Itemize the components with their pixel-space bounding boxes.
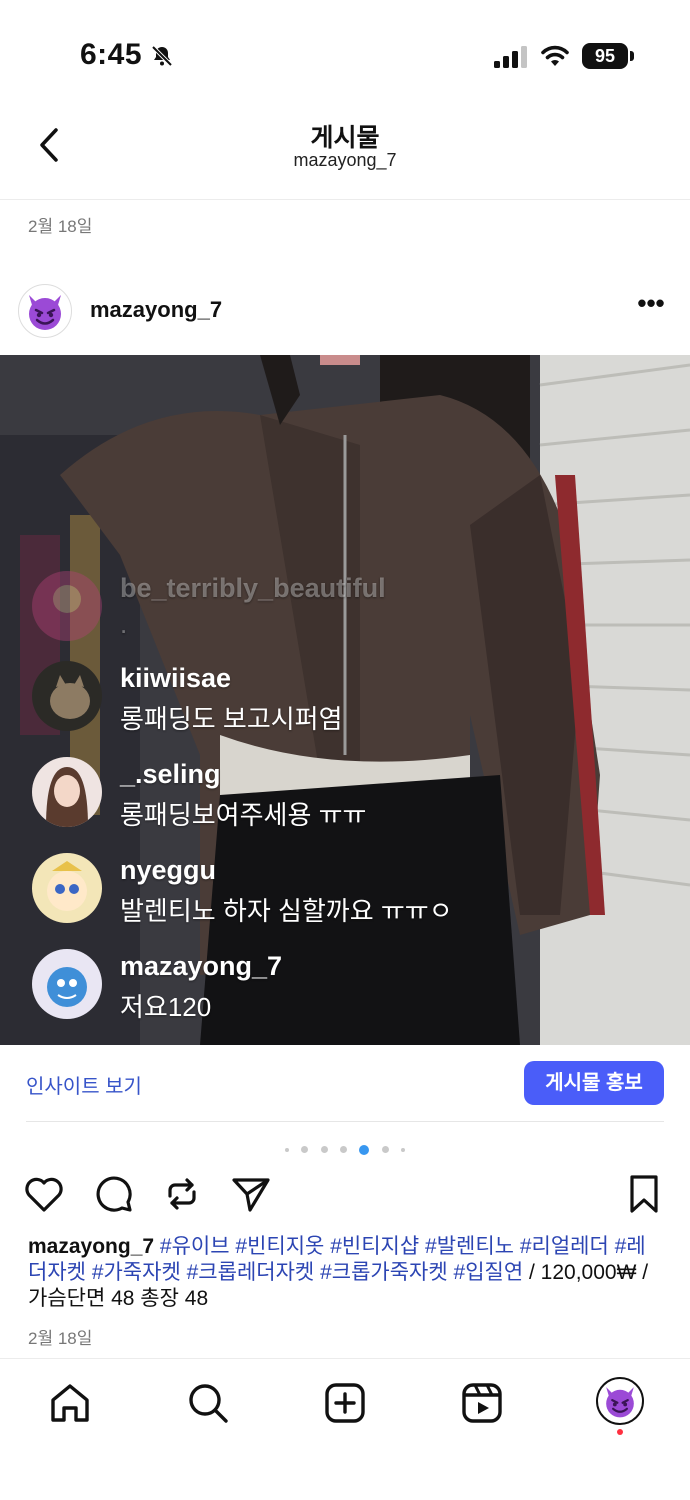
carousel-dot bbox=[340, 1146, 347, 1154]
carousel-indicator bbox=[0, 1141, 690, 1155]
live-comment: be_terribly_beautiful . bbox=[32, 567, 632, 647]
comment-username: kiiwiisae bbox=[120, 663, 232, 693]
carousel-dot bbox=[320, 1146, 328, 1154]
post-date-bottom: 2월 18일 bbox=[28, 1329, 93, 1348]
notification-dot bbox=[617, 1429, 623, 1435]
user-photo-icon bbox=[32, 571, 102, 641]
post-date-top: 2월 18일 bbox=[28, 217, 93, 236]
comment-avatar bbox=[32, 661, 102, 731]
comment-text: 롱패딩도 보고시퍼염 bbox=[120, 704, 343, 734]
search-icon[interactable] bbox=[184, 1379, 232, 1427]
battery-indicator: 95 bbox=[582, 43, 628, 69]
carousel-dot bbox=[401, 1147, 406, 1152]
bottom-navigation bbox=[0, 1358, 690, 1500]
live-comment: _.seling 롱패딩보여주세용 ㅠㅠ bbox=[32, 753, 632, 833]
create-icon[interactable] bbox=[321, 1379, 369, 1427]
wifi-icon bbox=[541, 45, 569, 66]
comment-username: be_terribly_beautiful bbox=[120, 573, 386, 603]
hashtag[interactable]: #발렌티노 bbox=[425, 1235, 514, 1258]
divider bbox=[26, 1121, 664, 1122]
hashtag[interactable]: #크롭레더자켓 bbox=[187, 1261, 315, 1284]
battery-tip bbox=[630, 51, 634, 61]
comment-username: mazayong_7 bbox=[120, 951, 283, 981]
portrait-photo-icon bbox=[32, 757, 102, 827]
carousel-dot bbox=[284, 1147, 289, 1152]
comment-username: nyeggu bbox=[120, 855, 217, 885]
cartoon-photo-icon bbox=[32, 853, 102, 923]
caption-username[interactable]: mazayong_7 bbox=[28, 1235, 154, 1258]
character-photo-icon bbox=[32, 949, 102, 1019]
carousel-dot bbox=[381, 1146, 389, 1154]
comment-avatar bbox=[32, 949, 102, 1019]
comment-text: 발렌티노 하자 심할까요 ㅠㅠㅇ bbox=[120, 896, 453, 926]
hashtag[interactable]: #유이브 bbox=[160, 1235, 230, 1258]
avatar[interactable] bbox=[18, 284, 72, 338]
carousel-dot bbox=[301, 1146, 309, 1154]
status-time: 6:45 bbox=[80, 38, 143, 71]
post-username[interactable]: mazayong_7 bbox=[90, 297, 222, 323]
reels-icon[interactable] bbox=[458, 1379, 506, 1427]
hashtag[interactable]: #빈티지옷 bbox=[235, 1235, 324, 1258]
post-author-row: mazayong_7 ••• bbox=[0, 280, 690, 344]
post-caption: mazayong_7 #유이브 #빈티지옷 #빈티지샵 #발렌티노 #리얼레더 … bbox=[28, 1234, 664, 1312]
comment-avatar bbox=[32, 757, 102, 827]
post-media[interactable]: be_terribly_beautiful . kiiwiisae 롱패딩도 보… bbox=[0, 355, 690, 1045]
comment-avatar bbox=[32, 853, 102, 923]
hashtag[interactable]: #입질연 bbox=[454, 1261, 524, 1284]
devil-emoji-icon bbox=[606, 1387, 634, 1418]
comment-text: . bbox=[120, 609, 128, 639]
hashtag[interactable]: #빈티지샵 bbox=[330, 1235, 419, 1258]
carousel-dot-active bbox=[359, 1144, 370, 1155]
promote-post-button[interactable]: 게시물 홍보 bbox=[524, 1061, 664, 1105]
comment-avatar bbox=[32, 571, 102, 641]
devil-emoji-icon bbox=[29, 295, 61, 330]
comment-username: _.seling bbox=[120, 759, 221, 789]
repost-icon[interactable] bbox=[160, 1172, 204, 1216]
page-subtitle[interactable]: mazayong_7 bbox=[0, 150, 690, 171]
bookmark-icon[interactable] bbox=[622, 1172, 666, 1216]
post-header-bar: 게시물 mazayong_7 bbox=[0, 100, 690, 200]
live-comment: nyeggu 발렌티노 하자 심할까요 ㅠㅠㅇ bbox=[32, 849, 632, 929]
live-comment: mazayong_7 저요120 bbox=[32, 945, 632, 1025]
more-options-button[interactable]: ••• bbox=[634, 290, 668, 320]
comment-text: 롱패딩보여주세용 ㅠㅠ bbox=[120, 800, 367, 830]
comment-icon[interactable] bbox=[92, 1172, 136, 1216]
live-comment: kiiwiisae 롱패딩도 보고시퍼염 bbox=[32, 657, 632, 737]
send-icon[interactable] bbox=[230, 1172, 274, 1216]
page-title: 게시물 bbox=[310, 124, 380, 152]
cat-photo-icon bbox=[32, 661, 102, 731]
profile-avatar[interactable] bbox=[596, 1377, 644, 1425]
heart-icon[interactable] bbox=[22, 1172, 66, 1216]
view-insights-link[interactable]: 인사이트 보기 bbox=[26, 1070, 142, 1099]
bell-slash-icon bbox=[151, 45, 173, 67]
home-icon[interactable] bbox=[46, 1379, 94, 1427]
comment-text: 저요120 bbox=[120, 992, 212, 1022]
hashtag[interactable]: #크롭가죽자켓 bbox=[320, 1261, 448, 1284]
hashtag[interactable]: #리얼레더 bbox=[520, 1235, 609, 1258]
hashtag[interactable]: #가죽자켓 bbox=[92, 1261, 181, 1284]
status-bar: 6:45 95 bbox=[0, 0, 690, 100]
signal-icon bbox=[494, 46, 527, 68]
